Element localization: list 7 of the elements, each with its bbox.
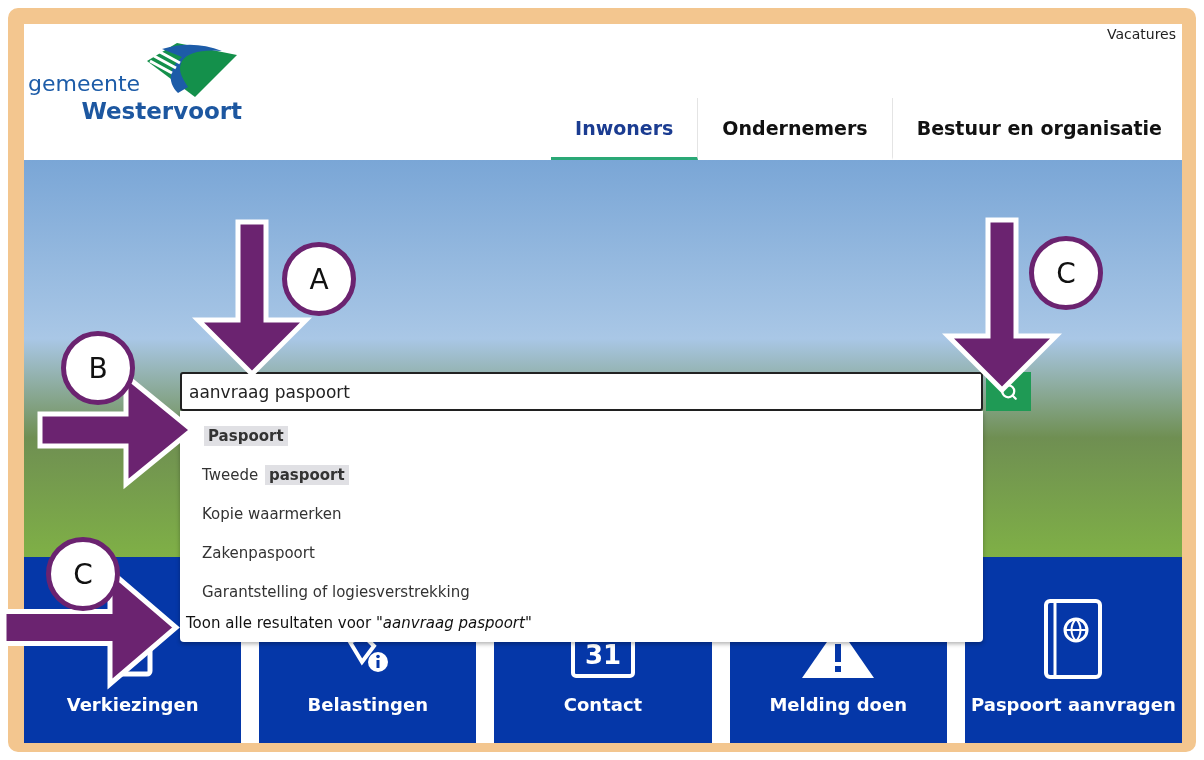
tile-label: Melding doen [769, 694, 907, 715]
logo-text: Westervoort [81, 98, 243, 124]
tile-label: Contact [563, 694, 643, 715]
tile-label: Belastingen [307, 694, 428, 715]
logo-text: gemeente [28, 72, 141, 95]
tile-label: Verkiezingen [66, 694, 199, 715]
tile-label: Paspoort aanvragen [971, 694, 1176, 715]
